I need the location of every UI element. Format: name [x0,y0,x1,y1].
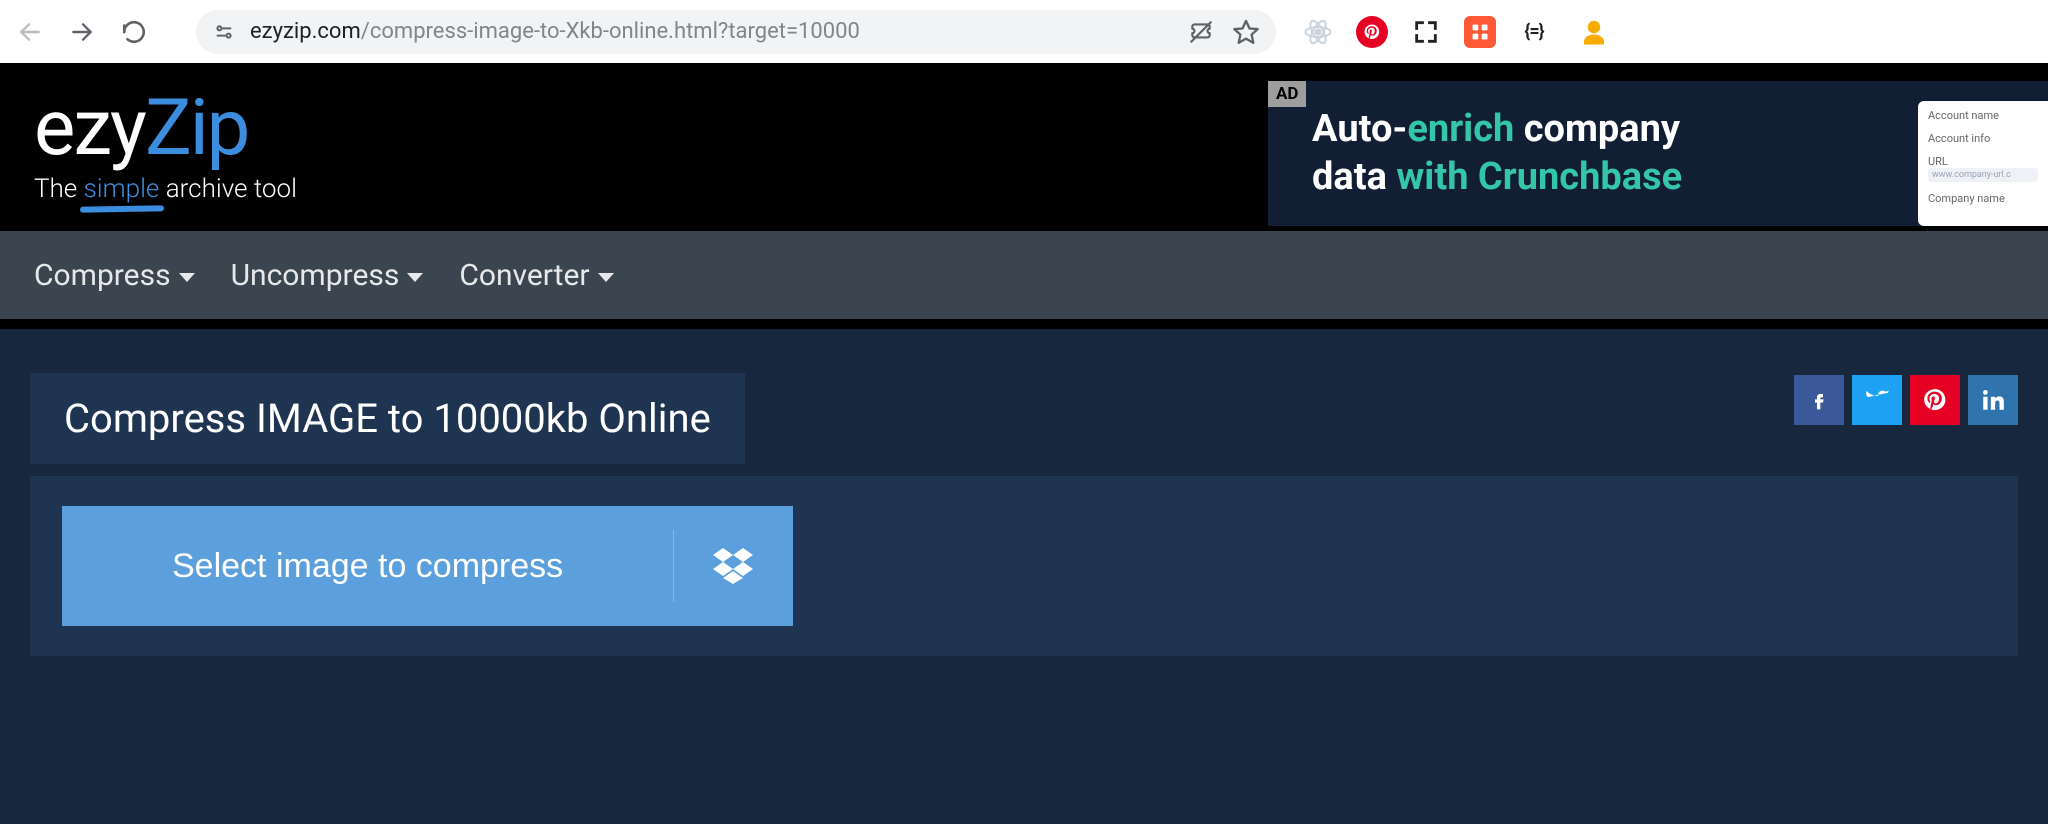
cookie-blocked-icon[interactable] [1188,19,1214,45]
ad-tag: AD [1268,81,1306,107]
url-host: ezyzip.com [250,19,361,44]
forward-button[interactable] [62,12,102,52]
facebook-icon [1811,385,1827,415]
extensions-row: {=} [1288,16,1618,48]
bookmark-star-icon[interactable] [1232,18,1260,46]
dropbox-button[interactable] [673,506,793,626]
share-facebook-button[interactable] [1794,375,1844,425]
ext-profile-icon[interactable] [1578,16,1610,48]
ad-banner[interactable]: AD Auto-enrich company data with Crunchb… [1268,81,2048,226]
main-content: Compress IMAGE to 10000kb Online Select … [0,329,2048,824]
url-text: ezyzip.com/compress-image-to-Xkb-online.… [250,19,860,44]
page-title: Compress IMAGE to 10000kb Online [64,395,711,442]
address-bar[interactable]: ezyzip.com/compress-image-to-Xkb-online.… [196,10,1276,54]
chevron-down-icon [598,273,614,282]
linkedin-icon [1980,387,2006,413]
tagline: The simple archive tool [34,174,297,204]
site-header: ezyZip The simple archive tool AD Auto-e… [0,63,2048,231]
pinterest-icon [1922,387,1948,413]
menu-bar: Compress Uncompress Converter [0,231,2048,319]
dropbox-icon [713,548,753,584]
browser-chrome: ezyzip.com/compress-image-to-Xkb-online.… [0,0,2048,63]
chevron-down-icon [407,273,423,282]
social-share-row [1794,375,2018,425]
select-image-label: Select image to compress [62,547,673,586]
ext-react-devtools-icon[interactable] [1302,16,1334,48]
ext-fullscreen-icon[interactable] [1410,16,1442,48]
site-settings-icon[interactable] [212,20,236,44]
share-pinterest-button[interactable] [1910,375,1960,425]
chevron-down-icon [179,273,195,282]
divider [0,319,2048,329]
logo[interactable]: ezyZip The simple archive tool [34,90,297,204]
menu-uncompress[interactable]: Uncompress [231,258,424,293]
menu-converter[interactable]: Converter [459,258,613,293]
ad-form-preview: Account name Account info URL www.compan… [1918,101,2048,226]
ad-headline: Auto-enrich company data with Crunchbase [1312,106,1682,201]
menu-compress-label: Compress [34,258,171,293]
share-linkedin-button[interactable] [1968,375,2018,425]
select-image-button[interactable]: Select image to compress [62,506,793,626]
page-title-box: Compress IMAGE to 10000kb Online [30,373,745,464]
share-twitter-button[interactable] [1852,375,1902,425]
twitter-icon [1862,385,1892,415]
menu-compress[interactable]: Compress [34,258,195,293]
back-button[interactable] [10,12,50,52]
upload-panel: Select image to compress [30,476,2018,656]
logo-text-2: Zip [145,83,249,174]
ext-pinterest-icon[interactable] [1356,16,1388,48]
url-path: /compress-image-to-Xkb-online.html?targe… [361,19,860,44]
logo-text-1: ezy [34,83,145,174]
menu-uncompress-label: Uncompress [231,258,400,293]
reload-button[interactable] [114,12,154,52]
ext-braces-icon[interactable]: {=} [1518,16,1550,48]
ext-orange-icon[interactable] [1464,16,1496,48]
menu-converter-label: Converter [459,258,589,293]
